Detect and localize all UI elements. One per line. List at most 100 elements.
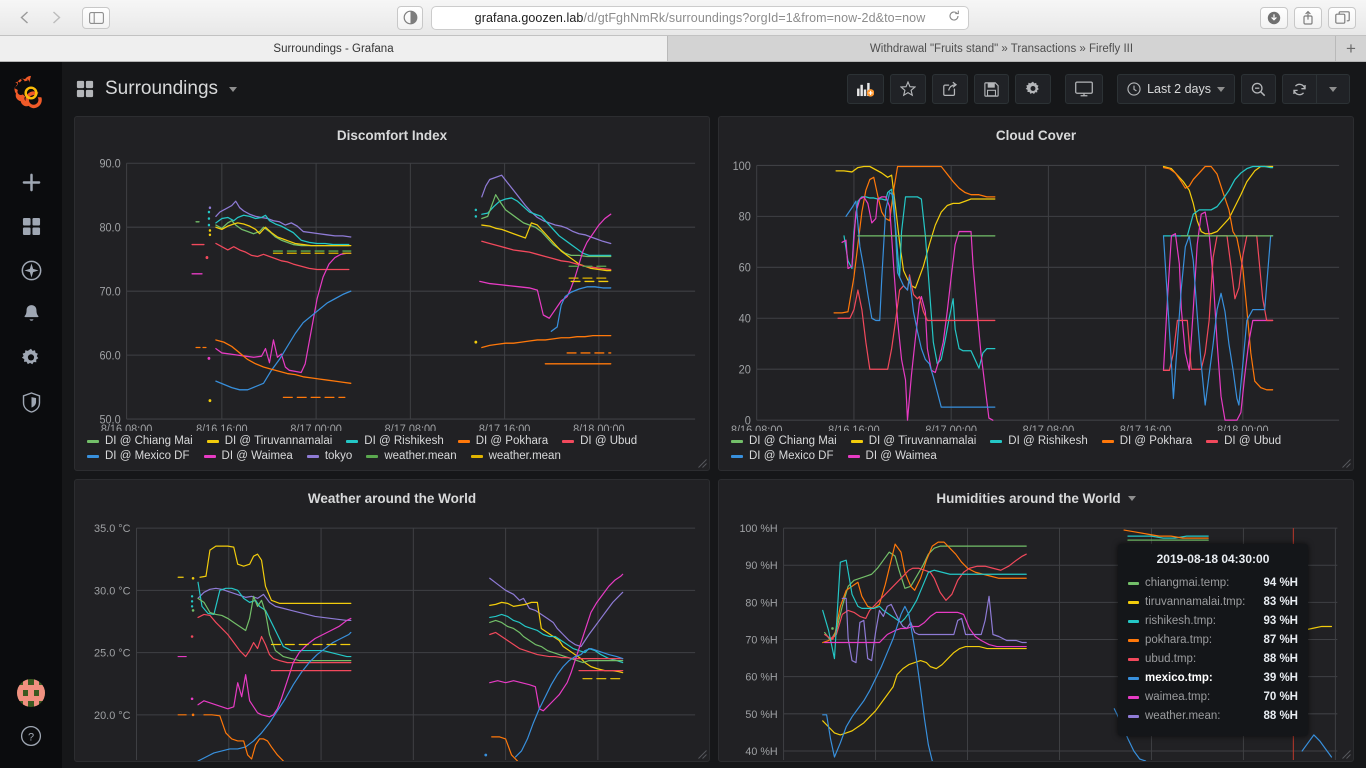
- dashboard-title-group[interactable]: Surroundings: [76, 78, 238, 100]
- legend-item[interactable]: DI @ Rishikesh: [346, 435, 444, 447]
- chevron-down-icon[interactable]: [229, 86, 238, 92]
- legend-item[interactable]: DI @ Chiang Mai: [731, 435, 837, 447]
- svg-text:8/16 16:00: 8/16 16:00: [196, 424, 247, 431]
- dashboards-icon: [76, 80, 94, 98]
- panel-title-cloud-cover[interactable]: Cloud Cover: [719, 117, 1353, 147]
- address-bar-area: grafana.goozen.lab/d/gtFghNmRk/surroundi…: [0, 5, 1366, 30]
- sidebar-toggle-icon[interactable]: [82, 6, 110, 29]
- sidebar-item-configuration[interactable]: [0, 336, 62, 380]
- svg-text:100 %H: 100 %H: [739, 523, 777, 535]
- dashboard-settings-button[interactable]: [1015, 74, 1052, 104]
- svg-text:20.0 °C: 20.0 °C: [94, 710, 131, 722]
- legend-item[interactable]: DI @ Pokhara: [457, 435, 548, 447]
- resize-handle-icon[interactable]: [698, 750, 707, 759]
- legend-item[interactable]: tokyo: [306, 450, 353, 462]
- svg-text:8/18 00:00: 8/18 00:00: [573, 424, 624, 431]
- tooltip-color-swatch: [1128, 715, 1139, 718]
- panel-cloud-cover: Cloud Cover 100 80 60 40 20 0 DI @ Chian…: [718, 116, 1354, 471]
- tooltip-series-name: pokhara.tmp:: [1145, 634, 1213, 646]
- legend-series-label: tokyo: [324, 450, 353, 462]
- legend-item[interactable]: DI @ Ubud: [562, 435, 637, 447]
- browser-tab-2[interactable]: Withdrawal "Fruits stand" » Transactions…: [668, 36, 1336, 61]
- legend-color-swatch: [1101, 439, 1114, 443]
- mark-favorite-button[interactable]: [890, 74, 927, 104]
- download-icon[interactable]: [1260, 6, 1288, 29]
- legend-item[interactable]: DI @ Tiruvannamalai: [850, 435, 976, 447]
- tooltip-series-name: waimea.tmp:: [1145, 691, 1211, 703]
- legend-item[interactable]: DI @ Pokhara: [1101, 435, 1193, 447]
- legend-item[interactable]: DI @ Rishikesh: [990, 435, 1088, 447]
- save-dashboard-button[interactable]: [974, 74, 1010, 104]
- chart-discomfort-index[interactable]: 90.0 80.0 70.0 60.0 50.0 8/16 08:00 8/16…: [75, 147, 709, 431]
- svg-text:100: 100: [733, 160, 751, 173]
- legend-item[interactable]: weather.mean: [470, 450, 561, 462]
- resize-handle-icon[interactable]: [1342, 750, 1351, 759]
- legend-series-label: DI @ Ubud: [580, 435, 638, 447]
- tooltip-series-name: mexico.tmp:: [1145, 672, 1213, 684]
- dashboard-row-1: Discomfort Index 90.0 80.0 70.0 60.0 50.…: [74, 116, 1354, 471]
- help-icon[interactable]: ?: [20, 725, 42, 752]
- legend-item[interactable]: DI @ Chiang Mai: [87, 435, 193, 447]
- tooltip-series-value: 83 %H: [1263, 596, 1298, 608]
- legend-item[interactable]: DI @ Ubud: [1206, 435, 1281, 447]
- browser-nav-group: [10, 7, 70, 29]
- refresh-interval-dropdown[interactable]: [1316, 74, 1350, 104]
- address-bar[interactable]: grafana.goozen.lab/d/gtFghNmRk/surroundi…: [431, 5, 969, 30]
- resize-handle-icon[interactable]: [1342, 459, 1351, 468]
- tooltip-row: chiangmai.temp: 94 %H: [1128, 574, 1298, 593]
- legend-item[interactable]: DI @ Mexico DF: [731, 450, 834, 462]
- panel-title-discomfort-index[interactable]: Discomfort Index: [75, 117, 709, 147]
- shield-icon: [22, 391, 40, 413]
- show-all-tabs-icon[interactable]: [1328, 6, 1356, 29]
- tooltip-series-name: chiangmai.temp:: [1145, 577, 1230, 589]
- sidebar-item-server-admin[interactable]: [0, 380, 62, 424]
- tooltip-series-value: 70 %H: [1263, 691, 1298, 703]
- sidebar-item-create[interactable]: [0, 160, 62, 204]
- svg-text:8/17 16:00: 8/17 16:00: [479, 424, 530, 431]
- zoom-out-button[interactable]: [1241, 74, 1276, 104]
- svg-text:80: 80: [739, 211, 751, 224]
- legend-cloud-cover: DI @ Chiang Mai DI @ Tiruvannamalai DI @ R…: [719, 431, 1353, 470]
- legend-item[interactable]: DI @ Tiruvannamalai: [206, 435, 332, 447]
- reload-icon[interactable]: [948, 9, 960, 27]
- star-icon: [900, 81, 917, 97]
- grafana-logo-icon[interactable]: [12, 74, 50, 112]
- tooltip-row: tiruvannamalai.tmp: 83 %H: [1128, 593, 1298, 612]
- panel-title-weather[interactable]: Weather around the World: [75, 480, 709, 510]
- panel-title-text: Humidities around the World: [936, 490, 1121, 506]
- svg-text:25.0 °C: 25.0 °C: [94, 648, 131, 660]
- forward-button[interactable]: [42, 7, 70, 29]
- svg-text:60: 60: [739, 262, 751, 275]
- legend-color-swatch: [470, 454, 483, 458]
- back-button[interactable]: [10, 7, 38, 29]
- legend-color-swatch: [87, 439, 99, 443]
- share-dashboard-button[interactable]: [932, 74, 969, 104]
- legend-item[interactable]: DI @ Mexico DF: [87, 450, 190, 462]
- chart-weather-around-the-world[interactable]: 35.0 °C 30.0 °C 25.0 °C 20.0 °C: [75, 510, 709, 761]
- tooltip-series-name: ubud.tmp:: [1145, 653, 1197, 665]
- refresh-button[interactable]: [1282, 74, 1316, 104]
- reader-view-icon[interactable]: [397, 5, 423, 30]
- svg-text:80 %H: 80 %H: [745, 597, 777, 609]
- sidebar-item-dashboards[interactable]: [0, 204, 62, 248]
- url-text: grafana.goozen.lab/d/gtFghNmRk/surroundi…: [475, 11, 926, 25]
- legend-item[interactable]: DI @ Waimea: [847, 450, 937, 462]
- time-range-picker[interactable]: Last 2 days: [1117, 74, 1235, 104]
- browser-tab-1[interactable]: Surroundings - Grafana: [0, 36, 668, 61]
- legend-item[interactable]: weather.mean: [366, 450, 457, 462]
- chart-cloud-cover[interactable]: 100 80 60 40 20 0: [719, 147, 1353, 431]
- legend-item[interactable]: DI @ Waimea: [203, 450, 293, 462]
- sidebar-item-explore[interactable]: [0, 248, 62, 292]
- share-icon[interactable]: [1294, 6, 1322, 29]
- add-panel-button[interactable]: [847, 74, 885, 104]
- tooltip-series-name: rishikesh.tmp:: [1145, 615, 1216, 627]
- cycle-view-mode-button[interactable]: [1065, 74, 1104, 104]
- sidebar-item-alerting[interactable]: [0, 292, 62, 336]
- resize-handle-icon[interactable]: [698, 459, 707, 468]
- panel-title-humidities[interactable]: Humidities around the World: [719, 480, 1353, 510]
- svg-text:8/17 00:00: 8/17 00:00: [925, 425, 976, 431]
- new-tab-button[interactable]: +: [1336, 36, 1366, 61]
- user-avatar[interactable]: [17, 679, 45, 707]
- legend-series-label: DI @ Pokhara: [1119, 435, 1193, 447]
- chevron-down-icon[interactable]: [1127, 495, 1136, 501]
